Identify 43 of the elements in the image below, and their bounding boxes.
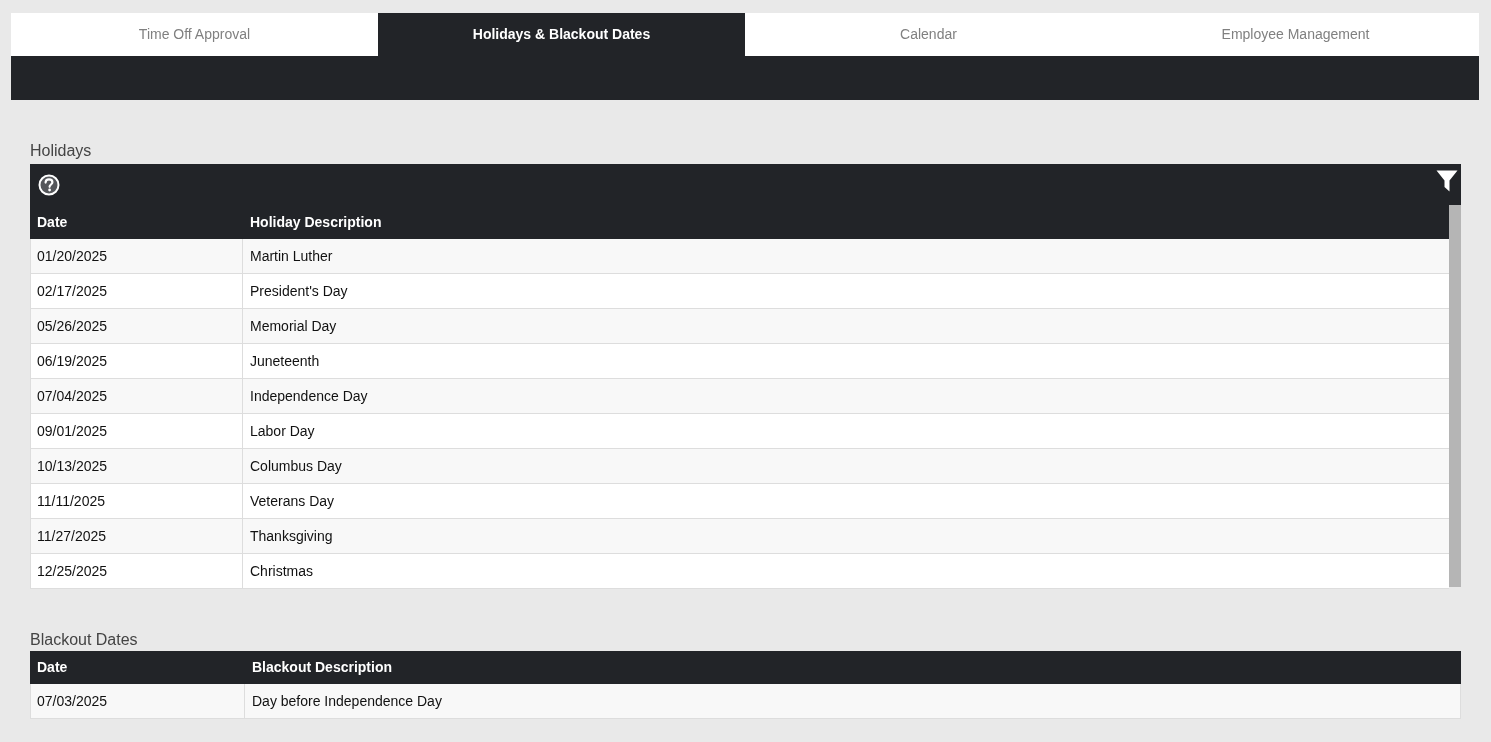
- table-row[interactable]: 05/26/2025 Memorial Day: [30, 309, 1449, 344]
- column-header[interactable]: Date: [30, 205, 243, 239]
- table-cell: 06/19/2025: [31, 344, 243, 378]
- table-row[interactable]: 02/17/2025 President's Day: [30, 274, 1449, 309]
- table-cell-text: Memorial Day: [249, 316, 338, 336]
- section-title: Blackout Dates: [30, 630, 139, 650]
- table-cell: 02/17/2025: [31, 274, 243, 308]
- table-cell: 10/13/2025: [31, 449, 243, 483]
- filter-icon[interactable]: [1436, 170, 1458, 192]
- table-cell: 09/01/2025: [31, 414, 243, 448]
- table-cell-text: Thanksgiving: [249, 526, 334, 546]
- table-cell-text: Labor Day: [249, 421, 316, 441]
- help-icon[interactable]: [38, 173, 60, 196]
- table-cell: 07/04/2025: [31, 379, 243, 413]
- scrollbar[interactable]: [1449, 205, 1461, 587]
- table-row[interactable]: 06/19/2025 Juneteenth: [30, 344, 1449, 379]
- table-row[interactable]: 09/01/2025 Labor Day: [30, 414, 1449, 449]
- table-cell: 12/25/2025: [31, 554, 243, 588]
- table-cell-text: Martin Luther: [249, 246, 334, 266]
- tab[interactable]: Holidays & Blackout Dates: [378, 13, 745, 56]
- table-row[interactable]: 07/04/2025 Independence Day: [30, 379, 1449, 414]
- column-header[interactable]: Blackout Description: [245, 651, 1461, 684]
- section-title: Holidays: [30, 141, 93, 161]
- table-cell-text: President's Day: [249, 281, 349, 301]
- table-row[interactable]: 01/20/2025 Martin Luther: [30, 239, 1449, 274]
- table-cell-text: Day before Independence Day: [251, 691, 443, 711]
- table-cell-text: Columbus Day: [249, 456, 343, 476]
- column-header[interactable]: Holiday Description: [243, 205, 1449, 239]
- table-cell: 07/03/2025: [31, 684, 245, 718]
- table-row[interactable]: 12/25/2025 Christmas: [30, 554, 1449, 589]
- table-cell-text: Veterans Day: [249, 491, 336, 511]
- column-header[interactable]: Date: [30, 651, 245, 684]
- table-cell-text: Christmas: [249, 561, 314, 581]
- table-row[interactable]: 10/13/2025 Columbus Day: [30, 449, 1449, 484]
- table-cell: 05/26/2025: [31, 309, 243, 343]
- table-cell: 01/20/2025: [31, 239, 243, 273]
- table-cell-text: Juneteenth: [249, 351, 321, 371]
- table-row[interactable]: 07/03/2025 Day before Independence Day: [30, 684, 1461, 719]
- table-cell: 11/11/2025: [31, 484, 243, 518]
- table-row[interactable]: 11/27/2025 Thanksgiving: [30, 519, 1449, 554]
- table-cell-text: Independence Day: [249, 386, 369, 406]
- table-cell: 11/27/2025: [31, 519, 243, 553]
- table-row[interactable]: 11/11/2025 Veterans Day: [30, 484, 1449, 519]
